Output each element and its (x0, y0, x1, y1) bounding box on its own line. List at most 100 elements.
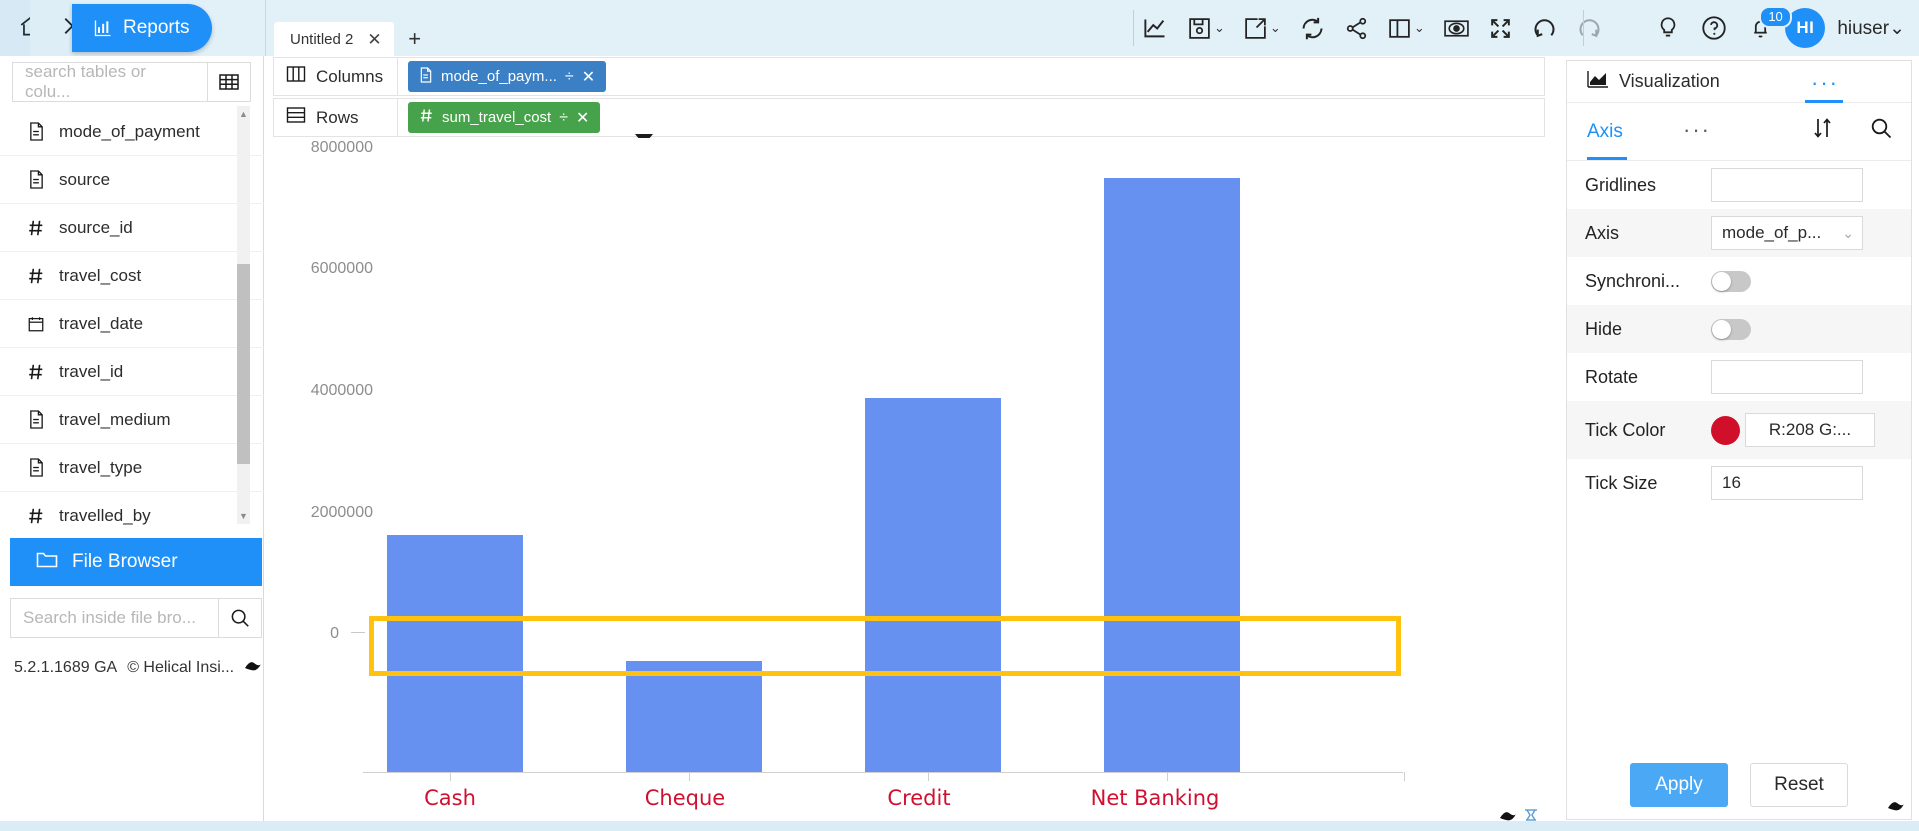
setting-label: Rotate (1585, 366, 1639, 387)
rows-shelf-label: Rows (274, 99, 398, 136)
setting-row-tick-color: Tick Color R:208 G:... (1567, 401, 1911, 459)
visualization-panel-header: Visualization ··· (1567, 61, 1911, 103)
reset-button[interactable]: Reset (1750, 763, 1848, 807)
shelf-label-text: Columns (316, 66, 384, 86)
x-tick-mark (1404, 772, 1405, 781)
setting-row-rotate: Rotate (1567, 353, 1911, 401)
synchronize-toggle[interactable] (1711, 270, 1751, 292)
pill-aggregate-icon[interactable]: ÷ (565, 68, 574, 86)
field-label: source_id (59, 217, 133, 237)
field-item[interactable]: mode_of_payment (0, 108, 264, 156)
field-label: mode_of_payment (59, 121, 200, 141)
share-icon[interactable] (1335, 0, 1378, 56)
breadcrumb-label: Reports (123, 17, 190, 38)
pill-sum-travel-cost[interactable]: sum_travel_cost ÷ ✕ (408, 102, 601, 133)
bar-cash[interactable] (387, 535, 523, 772)
x-tick-mark (928, 772, 929, 781)
panel-menu-icon[interactable]: ··· (1811, 70, 1839, 96)
save-icon[interactable]: ⌄ (1178, 0, 1234, 56)
layout-icon[interactable]: ⌄ (1378, 0, 1434, 56)
pill-mode-of-payment[interactable]: mode_of_paym... ÷ ✕ (408, 61, 607, 92)
axis-select-value: mode_of_p... (1722, 223, 1822, 242)
tick-size-input[interactable]: 16 (1711, 466, 1863, 500)
bar-credit[interactable] (865, 398, 1001, 772)
rotate-input[interactable] (1711, 360, 1863, 394)
field-label: travel_date (59, 313, 144, 333)
scroll-up-icon[interactable]: ▲ (237, 106, 250, 122)
help-circle-icon[interactable] (1693, 0, 1735, 56)
zero-tick-mark (351, 632, 365, 633)
tab-axis[interactable]: Axis (1587, 121, 1623, 143)
export-icon[interactable]: ⌄ (1234, 0, 1290, 56)
tick-color-input[interactable]: R:208 G:... (1745, 413, 1875, 447)
columns-shelf[interactable]: Columns mode_of_paym... ÷ ✕ (273, 57, 1545, 96)
notification-bell-icon[interactable]: 10 (1739, 0, 1792, 56)
table-grid-icon[interactable] (208, 62, 251, 102)
scroll-down-icon[interactable]: ▼ (237, 508, 250, 524)
pill-aggregate-icon[interactable]: ÷ (559, 109, 568, 127)
bar-net-banking[interactable] (1104, 178, 1240, 772)
plot-region (373, 138, 1400, 772)
setting-row-axis: Axis mode_of_p... ⌄ (1567, 209, 1911, 257)
sort-icon[interactable] (1811, 116, 1835, 145)
shelf-area: Columns mode_of_paym... ÷ ✕ Rows sum_tra… (265, 56, 1555, 145)
setting-row-tick-size: Tick Size 16 (1567, 459, 1911, 507)
x-axis-label-cheque: Cheque (644, 786, 726, 810)
fullscreen-icon[interactable] (1479, 0, 1522, 56)
rows-shelf[interactable]: Rows sum_travel_cost ÷ ✕ (273, 98, 1545, 137)
username-label[interactable]: hiuser⌄ (1837, 17, 1905, 40)
field-item[interactable]: source_id (0, 204, 264, 252)
setting-label: Tick Color (1585, 419, 1666, 440)
tab-more-icon[interactable]: ··· (1683, 117, 1711, 143)
field-item[interactable]: travel_cost (0, 252, 264, 300)
axis-select[interactable]: mode_of_p... ⌄ (1711, 216, 1863, 250)
search-icon[interactable] (1869, 116, 1893, 145)
close-icon[interactable]: ✕ (367, 31, 381, 48)
add-tab-button[interactable]: + (400, 22, 430, 56)
sidebar-item-file-browser[interactable]: File Browser (10, 538, 262, 586)
bar-chart-icon (92, 18, 114, 38)
pill-close-icon[interactable]: ✕ (582, 67, 595, 87)
folder-icon (36, 550, 58, 575)
field-item[interactable]: travel_type (0, 444, 264, 492)
helical-logo-icon (1887, 799, 1905, 817)
hide-toggle[interactable] (1711, 318, 1751, 340)
rows-icon (286, 106, 306, 129)
chevron-down-icon: ⌄ (1214, 20, 1225, 35)
file-browser-label: File Browser (72, 551, 178, 572)
sidebar-footer: 5.2.1.1689 GA © Helical Insi... (0, 648, 264, 688)
field-item[interactable]: travel_date (0, 300, 264, 348)
field-item[interactable]: travelled_by (0, 492, 264, 528)
apply-button[interactable]: Apply (1630, 763, 1728, 807)
setting-label: Gridlines (1585, 174, 1657, 195)
field-item[interactable]: travel_medium (0, 396, 264, 444)
setting-label: Synchroni... (1585, 270, 1681, 291)
lightbulb-icon[interactable] (1647, 0, 1689, 56)
preview-eye-icon[interactable] (1434, 0, 1479, 56)
setting-label: Tick Size (1585, 472, 1658, 493)
tab-untitled-2[interactable]: Untitled 2 ✕ (274, 22, 394, 56)
search-icon[interactable] (219, 598, 262, 638)
setting-row-gridlines: Gridlines (1567, 161, 1911, 209)
field-item[interactable]: source (0, 156, 264, 204)
sidebar-scrollbar-thumb[interactable] (237, 264, 250, 464)
redo-icon[interactable] (1567, 0, 1612, 56)
field-item[interactable]: travel_id (0, 348, 264, 396)
tick-color-swatch[interactable] (1711, 415, 1740, 445)
left-sidebar: search tables or colu... mode_of_payment (0, 56, 264, 831)
document-icon (26, 410, 46, 429)
status-bar (0, 821, 1919, 831)
gridlines-input[interactable] (1711, 168, 1863, 202)
bar-cheque[interactable] (626, 661, 762, 772)
pill-close-icon[interactable]: ✕ (576, 108, 589, 128)
refresh-icon[interactable] (1290, 0, 1335, 56)
breadcrumb-item-reports[interactable]: Reports (72, 4, 212, 52)
y-axis-tick-label: 8000000 (310, 139, 373, 156)
undo-icon[interactable] (1522, 0, 1567, 56)
document-icon (419, 66, 433, 87)
file-browser-search-input[interactable]: Search inside file bro... (10, 598, 219, 638)
shelf-label-text: Rows (316, 107, 359, 127)
chart-toolbar: ⌄ ⌄ ⌄ (1133, 0, 1612, 56)
search-input[interactable]: search tables or colu... (12, 62, 208, 102)
line-chart-icon[interactable] (1133, 0, 1178, 56)
